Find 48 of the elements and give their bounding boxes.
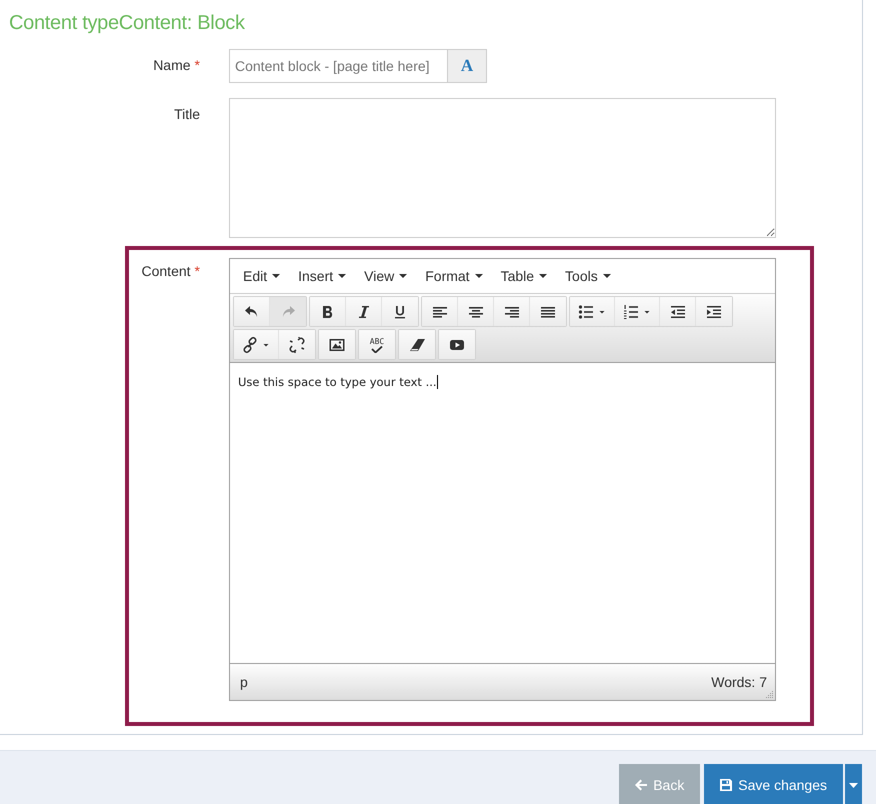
required-mark: * [194, 57, 200, 73]
spellcheck-button[interactable]: ABC [359, 330, 395, 359]
title-field[interactable] [229, 98, 776, 238]
outdent-icon [670, 304, 686, 320]
numbered-list-icon [623, 304, 639, 320]
word-count: Words: 7 [711, 674, 767, 690]
font-button[interactable]: A [448, 49, 487, 83]
field-label: Title [174, 106, 200, 122]
menu-button[interactable]: Tools [556, 268, 620, 284]
unlink-icon [289, 336, 305, 352]
caret-icon [849, 782, 858, 788]
menu-button[interactable]: Table [492, 268, 556, 284]
indent-icon [706, 304, 722, 320]
redo-icon [280, 304, 296, 320]
align-right-button[interactable] [494, 297, 530, 326]
field-label: Content [142, 263, 191, 279]
name-field[interactable]: Content block - [page title here] [229, 49, 448, 83]
indent-button[interactable] [696, 297, 732, 326]
outdent-button[interactable] [660, 297, 696, 326]
eraser-icon [409, 336, 425, 352]
element-path[interactable]: p [240, 674, 248, 690]
arrow-left-icon [635, 779, 648, 791]
menu-button[interactable]: Edit [234, 268, 290, 284]
link-button[interactable] [234, 330, 279, 359]
save-button[interactable]: Save changes [704, 764, 843, 804]
undo-icon [244, 304, 260, 320]
bullet-list-icon [578, 304, 594, 320]
underline-button[interactable] [382, 297, 418, 326]
menu-button[interactable]: Format [416, 268, 492, 284]
required-mark: * [194, 263, 200, 279]
align-left-button[interactable] [422, 297, 458, 326]
dropdown-toggle[interactable] [845, 764, 862, 804]
field-label: Name [153, 57, 191, 73]
undo-button[interactable] [234, 297, 270, 326]
menu-button[interactable]: View [355, 268, 416, 284]
image-icon [329, 336, 345, 352]
bullet-list-button[interactable] [570, 297, 615, 326]
underline-icon [392, 304, 408, 320]
numbered-list-button[interactable] [615, 297, 660, 326]
unlink-button[interactable] [279, 330, 315, 359]
align-center-button[interactable] [458, 297, 494, 326]
italic-button[interactable] [346, 297, 382, 326]
menu-button[interactable]: Insert [289, 268, 356, 284]
link-icon [242, 336, 258, 352]
page-heading: Content typeContent: Block [8, 11, 246, 35]
bold-button[interactable] [310, 297, 346, 326]
content-text: Use this space to type your text ... [238, 375, 437, 389]
justify-button[interactable] [530, 297, 566, 326]
